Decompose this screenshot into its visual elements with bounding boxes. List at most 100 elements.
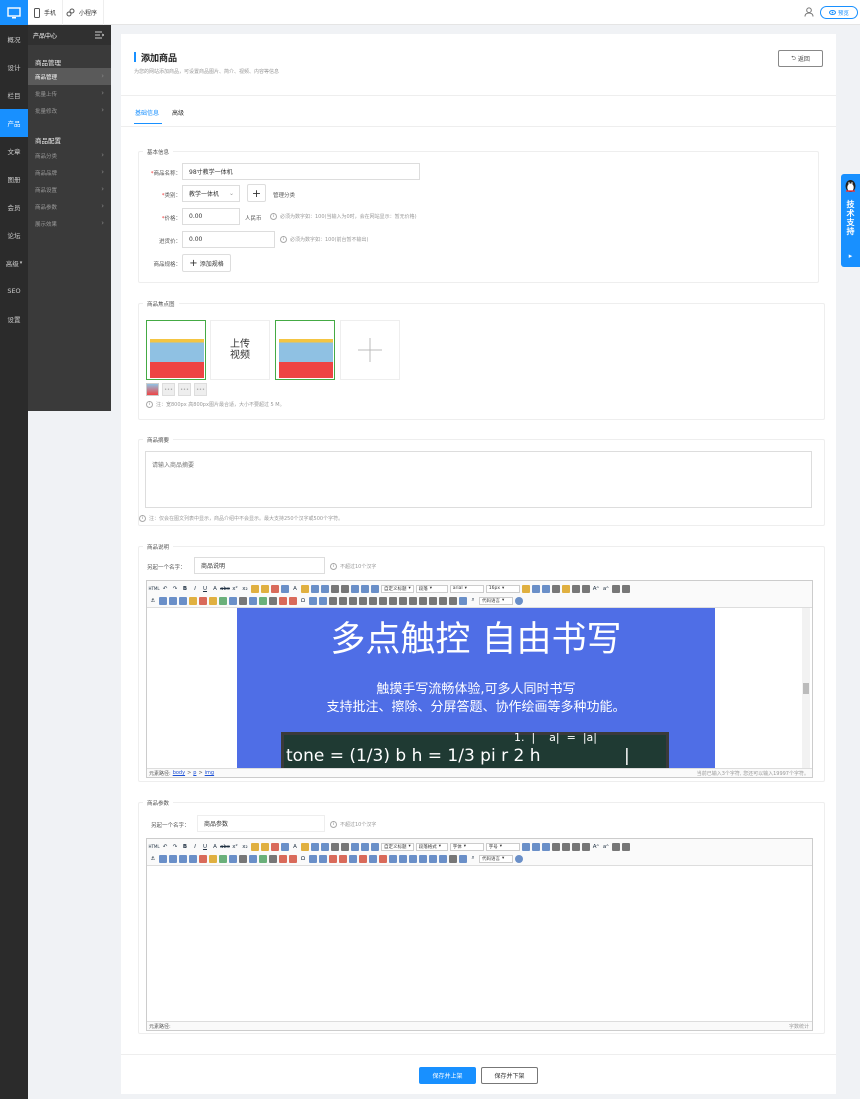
insert-video-icon[interactable] xyxy=(229,596,237,605)
split-rows-icon[interactable] xyxy=(429,854,437,863)
italic-icon[interactable]: I xyxy=(191,843,199,851)
date-icon[interactable] xyxy=(279,854,287,863)
help-icon[interactable] xyxy=(515,596,523,605)
tech-support-tab[interactable]: 技术支持 ▸ xyxy=(841,174,860,267)
blockquote-icon[interactable] xyxy=(281,842,289,851)
delete-row-icon[interactable] xyxy=(359,854,367,863)
insert-image-icon[interactable] xyxy=(199,596,207,605)
font-color-icon[interactable]: A xyxy=(291,585,299,593)
image-mini-thumb[interactable] xyxy=(146,383,159,396)
highlight-icon[interactable] xyxy=(301,584,309,593)
italic-icon[interactable]: I xyxy=(191,585,199,593)
nav-sub-item-product-management[interactable]: 商品管理 › xyxy=(28,68,111,85)
image-left-icon[interactable] xyxy=(169,854,177,863)
scrawl-icon[interactable] xyxy=(219,854,227,863)
help-icon[interactable] xyxy=(515,854,523,863)
merge-cells-icon[interactable] xyxy=(389,596,397,605)
nav-item-columns[interactable]: 栏目 xyxy=(0,81,28,109)
ordered-list-icon[interactable] xyxy=(311,584,319,593)
tab-advanced[interactable]: 高级 xyxy=(172,108,184,117)
merge-right-icon[interactable] xyxy=(399,854,407,863)
save-publish-button[interactable]: 保存并上架 xyxy=(419,1067,476,1084)
product-image-thumb[interactable] xyxy=(146,320,206,380)
image-none-icon[interactable] xyxy=(159,854,167,863)
strikethrough-icon[interactable]: abc xyxy=(220,585,230,593)
font-family-select[interactable]: arial ▾ xyxy=(449,584,484,593)
gmap-icon[interactable] xyxy=(259,596,267,605)
tab-basic-info[interactable]: 基础信息 xyxy=(135,108,159,117)
justify-right-icon[interactable] xyxy=(571,842,580,851)
row-spacing-top-icon[interactable] xyxy=(351,584,359,593)
preview-doc-icon[interactable] xyxy=(459,596,467,605)
clear-doc-icon[interactable] xyxy=(341,584,349,593)
path-item-body[interactable]: body xyxy=(173,770,185,776)
delete-col-icon[interactable] xyxy=(379,854,387,863)
nav-item-seo[interactable]: SEO xyxy=(0,277,28,305)
image-center-icon[interactable] xyxy=(189,854,197,863)
unordered-list-icon[interactable] xyxy=(321,842,329,851)
justify-right-icon[interactable] xyxy=(571,584,580,593)
unlink-icon[interactable] xyxy=(621,842,630,851)
row-spacing-bottom-icon[interactable] xyxy=(361,584,369,593)
code-language-select[interactable]: 代码语言 ▾ xyxy=(479,854,513,863)
return-price-input[interactable]: 0.00 xyxy=(182,231,275,248)
delete-table-icon[interactable] xyxy=(329,854,337,863)
insert-col-icon[interactable] xyxy=(369,596,377,605)
justify-full-icon[interactable] xyxy=(581,584,590,593)
nav-item-articles[interactable]: 文章 xyxy=(0,137,28,165)
nav-item-products[interactable]: 产品 xyxy=(0,109,28,137)
special-char-icon[interactable]: Ω xyxy=(299,855,307,863)
nav-item-forum[interactable]: 论坛 xyxy=(0,221,28,249)
undo-icon[interactable]: ↶ xyxy=(161,585,169,593)
font-size-select[interactable]: 字号 ▾ xyxy=(485,842,520,851)
search-replace-icon[interactable] xyxy=(309,596,317,605)
undo-icon[interactable]: ↶ xyxy=(161,843,169,851)
date-icon[interactable] xyxy=(279,596,287,605)
tab-mobile[interactable]: 手机 xyxy=(28,0,64,25)
add-category-button[interactable]: + xyxy=(247,184,266,202)
print-icon[interactable] xyxy=(449,854,457,863)
nav-sub-item-settings[interactable]: 商品设置 › xyxy=(28,181,111,198)
desc-alias-input[interactable]: 商品说明 xyxy=(194,557,325,574)
select-all-icon[interactable] xyxy=(331,584,339,593)
split-cols-icon[interactable] xyxy=(439,854,447,863)
redo-icon[interactable]: ↷ xyxy=(171,843,179,851)
nav-sub-item-batch-edit[interactable]: 批量修改 › xyxy=(28,102,111,119)
justify-left-icon[interactable] xyxy=(551,842,560,851)
map-icon[interactable] xyxy=(249,854,257,863)
ltr-icon[interactable] xyxy=(521,584,530,593)
underline-icon[interactable]: U xyxy=(201,843,209,851)
delete-row-icon[interactable] xyxy=(359,596,367,605)
attachment-icon[interactable] xyxy=(239,596,247,605)
auto-format-icon[interactable] xyxy=(271,584,279,593)
emotion-icon[interactable] xyxy=(209,596,217,605)
indent-icon[interactable] xyxy=(541,842,550,851)
nav-item-overview[interactable]: 概况 xyxy=(0,25,28,53)
merge-cells-icon[interactable] xyxy=(389,854,397,863)
app-logo[interactable] xyxy=(0,0,28,25)
insert-col-icon[interactable] xyxy=(369,854,377,863)
path-item-img[interactable]: img xyxy=(205,770,214,776)
category-select[interactable]: 教学一体机 ⌄ xyxy=(182,185,240,202)
link-icon[interactable] xyxy=(611,842,620,851)
split-rows-icon[interactable] xyxy=(429,596,437,605)
row-spacing-bottom-icon[interactable] xyxy=(361,842,369,851)
preview-doc-icon[interactable] xyxy=(459,854,467,863)
insert-table-icon[interactable] xyxy=(319,596,327,605)
image-left-icon[interactable] xyxy=(169,596,177,605)
ordered-list-icon[interactable] xyxy=(311,842,319,851)
custom-heading-select[interactable]: 自定义标题 ▾ xyxy=(381,584,414,593)
clear-doc-icon[interactable] xyxy=(341,842,349,851)
insert-video-icon[interactable] xyxy=(229,854,237,863)
strikethrough-icon[interactable]: abc xyxy=(220,843,230,851)
preview-button[interactable]: 预览 xyxy=(820,6,858,19)
delete-table-icon[interactable] xyxy=(329,596,337,605)
params-editor-body[interactable] xyxy=(147,866,812,1021)
underline-icon[interactable]: U xyxy=(201,585,209,593)
upload-video-button[interactable]: 上传 视频 xyxy=(210,320,270,380)
user-icon[interactable] xyxy=(804,7,814,17)
redo-icon[interactable]: ↷ xyxy=(171,585,179,593)
attachment-icon[interactable] xyxy=(239,854,247,863)
image-none-icon[interactable] xyxy=(159,596,167,605)
editor-scrollbar[interactable] xyxy=(802,608,810,768)
